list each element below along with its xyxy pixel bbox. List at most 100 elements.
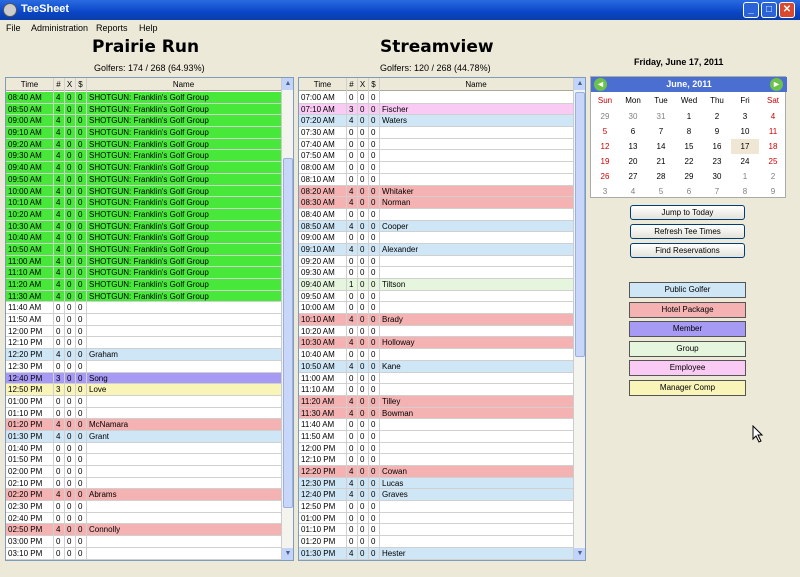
calendar-day[interactable]: 3: [731, 109, 759, 124]
tee-time-row[interactable]: 11:20 AM 4 0 0 SHOTGUN: Franklin's Golf Grou…: [6, 279, 281, 291]
tee-time-row[interactable]: 11:20 AM 4 0 0 Tilley: [299, 395, 573, 408]
tee-time-row[interactable]: 08:50 AM 4 0 0 Cooper: [299, 220, 573, 233]
calendar-day[interactable]: 5: [591, 124, 619, 139]
tee-time-row[interactable]: 08:40 AM 0 0 0: [299, 208, 573, 221]
calendar-day[interactable]: 6: [619, 124, 647, 139]
tee-time-row[interactable]: 10:10 AM 4 0 0 SHOTGUN: Franklin's Golf Grou…: [6, 197, 281, 209]
minimize-button[interactable]: _: [743, 2, 759, 18]
calendar-day[interactable]: 16: [703, 139, 731, 154]
tee-time-row[interactable]: 09:20 AM 0 0 0: [299, 255, 573, 268]
calendar-day[interactable]: 10: [731, 124, 759, 139]
tee-time-row[interactable]: 09:10 AM 4 0 0 Alexander: [299, 243, 573, 256]
tee-time-row[interactable]: 09:30 AM 4 0 0 SHOTGUN: Franklin's Golf Grou…: [6, 150, 281, 163]
calendar-day[interactable]: 1: [731, 169, 759, 184]
tee-time-row[interactable]: 02:20 PM 4 0 0 Abrams: [6, 489, 281, 502]
calendar-day[interactable]: 6: [675, 184, 703, 199]
tee-time-row[interactable]: 11:40 AM 0 0 0: [6, 302, 281, 315]
tee-time-row[interactable]: 09:10 AM 4 0 0 SHOTGUN: Franklin's Golf Grou…: [6, 127, 281, 139]
tee-time-row[interactable]: 12:40 PM 3 0 0 Song: [6, 372, 281, 385]
tee-time-row[interactable]: 11:00 AM 4 0 0 SHOTGUN: Franklin's Golf Grou…: [6, 255, 281, 268]
calendar-day[interactable]: 25: [759, 154, 787, 169]
tee-time-row[interactable]: 11:50 AM 0 0 0: [299, 430, 573, 443]
tee-time-row[interactable]: 12:20 PM 4 0 0 Graham: [6, 349, 281, 361]
calendar-day[interactable]: 2: [759, 169, 787, 184]
column-header-n[interactable]: #: [346, 80, 357, 89]
tee-time-row[interactable]: 03:10 PM 0 0 0: [6, 547, 281, 560]
tee-time-row[interactable]: 01:00 PM 0 0 0: [6, 395, 281, 408]
calendar-day[interactable]: 20: [619, 154, 647, 169]
tee-time-row[interactable]: 02:40 PM 0 0 0: [6, 512, 281, 525]
scroll-down-icon[interactable]: ▼: [282, 548, 293, 560]
tee-time-row[interactable]: 08:10 AM 0 0 0: [299, 173, 573, 186]
tee-time-row[interactable]: 12:40 PM 4 0 0 Graves: [299, 489, 573, 502]
tee-time-row[interactable]: 11:10 AM 0 0 0: [299, 384, 573, 396]
vertical-scrollbar[interactable]: ▲ ▼: [281, 78, 293, 560]
column-header-x[interactable]: X: [64, 80, 75, 89]
tee-time-row[interactable]: 12:10 PM 0 0 0: [299, 454, 573, 466]
calendar-day[interactable]: 18: [759, 139, 787, 154]
calendar-day[interactable]: 2: [703, 109, 731, 124]
tee-time-row[interactable]: 10:50 AM 4 0 0 Kane: [299, 360, 573, 373]
scroll-up-icon[interactable]: ▲: [282, 78, 293, 90]
calendar-day[interactable]: 13: [619, 139, 647, 154]
column-header-x[interactable]: X: [357, 80, 368, 89]
tee-time-row[interactable]: 09:00 AM 0 0 0: [299, 232, 573, 244]
tee-time-row[interactable]: 07:50 AM 0 0 0: [299, 150, 573, 163]
column-header-name[interactable]: Name: [379, 80, 573, 89]
tee-time-row[interactable]: 07:40 AM 0 0 0: [299, 138, 573, 151]
tee-time-row[interactable]: 08:30 AM 4 0 0 Norman: [299, 197, 573, 209]
refresh-tee-times-button[interactable]: Refresh Tee Times: [630, 224, 745, 239]
tee-time-row[interactable]: 11:00 AM 0 0 0: [299, 372, 573, 385]
tee-time-row[interactable]: 09:50 AM 4 0 0 SHOTGUN: Franklin's Golf Grou…: [6, 173, 281, 186]
tee-time-row[interactable]: 02:10 PM 0 0 0: [6, 477, 281, 490]
column-header-n[interactable]: #: [53, 80, 64, 89]
calendar-day[interactable]: 29: [591, 109, 619, 124]
tee-time-row[interactable]: 01:30 PM 4 0 0 Hester: [299, 547, 573, 560]
calendar-day[interactable]: 19: [591, 154, 619, 169]
tee-time-row[interactable]: 12:50 PM 3 0 0 Love: [6, 384, 281, 396]
tee-time-row[interactable]: 08:20 AM 4 0 0 Whitaker: [299, 185, 573, 198]
calendar-day[interactable]: 9: [759, 184, 787, 199]
tee-time-row[interactable]: 12:30 PM 4 0 0 Lucas: [299, 477, 573, 490]
tee-time-row[interactable]: 12:30 PM 0 0 0: [6, 360, 281, 373]
column-header-name[interactable]: Name: [86, 80, 281, 89]
column-header-time[interactable]: Time: [299, 80, 346, 89]
maximize-button[interactable]: □: [761, 2, 777, 18]
tee-time-row[interactable]: 10:30 AM 4 0 0 SHOTGUN: Franklin's Golf Grou…: [6, 220, 281, 233]
calendar-day[interactable]: 1: [675, 109, 703, 124]
calendar-day[interactable]: 31: [647, 109, 675, 124]
prev-month-icon[interactable]: ◄: [594, 78, 607, 91]
tee-time-row[interactable]: 07:10 AM 3 0 0 Fischer: [299, 103, 573, 116]
menu-administration[interactable]: Administration: [31, 23, 88, 33]
tee-time-row[interactable]: 09:30 AM 0 0 0: [299, 267, 573, 279]
tee-time-row[interactable]: 11:50 AM 0 0 0: [6, 314, 281, 326]
tee-time-row[interactable]: 12:00 PM 0 0 0: [299, 442, 573, 455]
menu-file[interactable]: File: [6, 23, 21, 33]
tee-time-row[interactable]: 10:20 AM 0 0 0: [299, 325, 573, 338]
calendar-day[interactable]: 28: [647, 169, 675, 184]
calendar-day[interactable]: 12: [591, 139, 619, 154]
tee-time-row[interactable]: 09:50 AM 0 0 0: [299, 290, 573, 303]
calendar-day[interactable]: 26: [591, 169, 619, 184]
tee-time-row[interactable]: 07:30 AM 0 0 0: [299, 127, 573, 139]
calendar-day[interactable]: 7: [647, 124, 675, 139]
tee-time-row[interactable]: 01:00 PM 0 0 0: [299, 512, 573, 525]
calendar-day[interactable]: 8: [675, 124, 703, 139]
scroll-up-icon[interactable]: ▲: [574, 78, 585, 90]
menu-help[interactable]: Help: [139, 23, 158, 33]
calendar-day[interactable]: 9: [703, 124, 731, 139]
calendar-day[interactable]: 30: [619, 109, 647, 124]
tee-time-row[interactable]: 12:20 PM 4 0 0 Cowan: [299, 466, 573, 478]
tee-time-row[interactable]: 08:50 AM 4 0 0 SHOTGUN: Franklin's Golf Grou…: [6, 103, 281, 116]
tee-time-row[interactable]: 08:00 AM 0 0 0: [299, 162, 573, 174]
tee-time-row[interactable]: 11:40 AM 0 0 0: [299, 419, 573, 431]
tee-time-row[interactable]: 02:00 PM 0 0 0: [6, 466, 281, 478]
tee-time-row[interactable]: 10:30 AM 4 0 0 Holloway: [299, 337, 573, 350]
tee-time-row[interactable]: 10:40 AM 4 0 0 SHOTGUN: Franklin's Golf Grou…: [6, 232, 281, 244]
calendar-day[interactable]: 21: [647, 154, 675, 169]
tee-time-row[interactable]: 10:00 AM 0 0 0: [299, 302, 573, 315]
tee-time-row[interactable]: 08:40 AM 4 0 0 SHOTGUN: Franklin's Golf Grou…: [6, 92, 281, 104]
column-header-d[interactable]: $: [368, 80, 379, 89]
tee-time-row[interactable]: 10:00 AM 4 0 0 SHOTGUN: Franklin's Golf Grou…: [6, 185, 281, 198]
tee-time-row[interactable]: 12:10 PM 0 0 0: [6, 337, 281, 350]
